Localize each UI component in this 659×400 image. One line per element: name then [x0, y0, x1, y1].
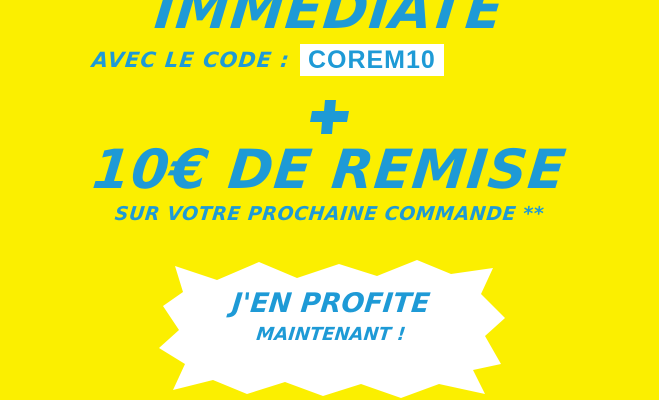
promo-banner: IMMÉDIATE AVEC LE CODE : COREM10 10€ DE …: [0, 0, 659, 400]
cta-line-profite[interactable]: J'EN PROFITE: [153, 288, 508, 319]
cta-button[interactable]: J'EN PROFITE MAINTENANT !: [155, 260, 507, 398]
promo-code-line: AVEC LE CODE : COREM10: [90, 44, 444, 76]
promo-code-label: AVEC LE CODE :: [90, 48, 292, 72]
discount-subtitle: SUR VOTRE PROCHAINE COMMANDE **: [113, 203, 546, 225]
promo-code-value: COREM10: [299, 44, 444, 76]
plus-icon: [308, 98, 352, 136]
discount-title: 10€ DE REMISE: [89, 138, 570, 201]
headline-immediate: IMMÉDIATE: [151, 0, 508, 41]
cta-line-maintenant[interactable]: MAINTENANT !: [154, 324, 508, 345]
